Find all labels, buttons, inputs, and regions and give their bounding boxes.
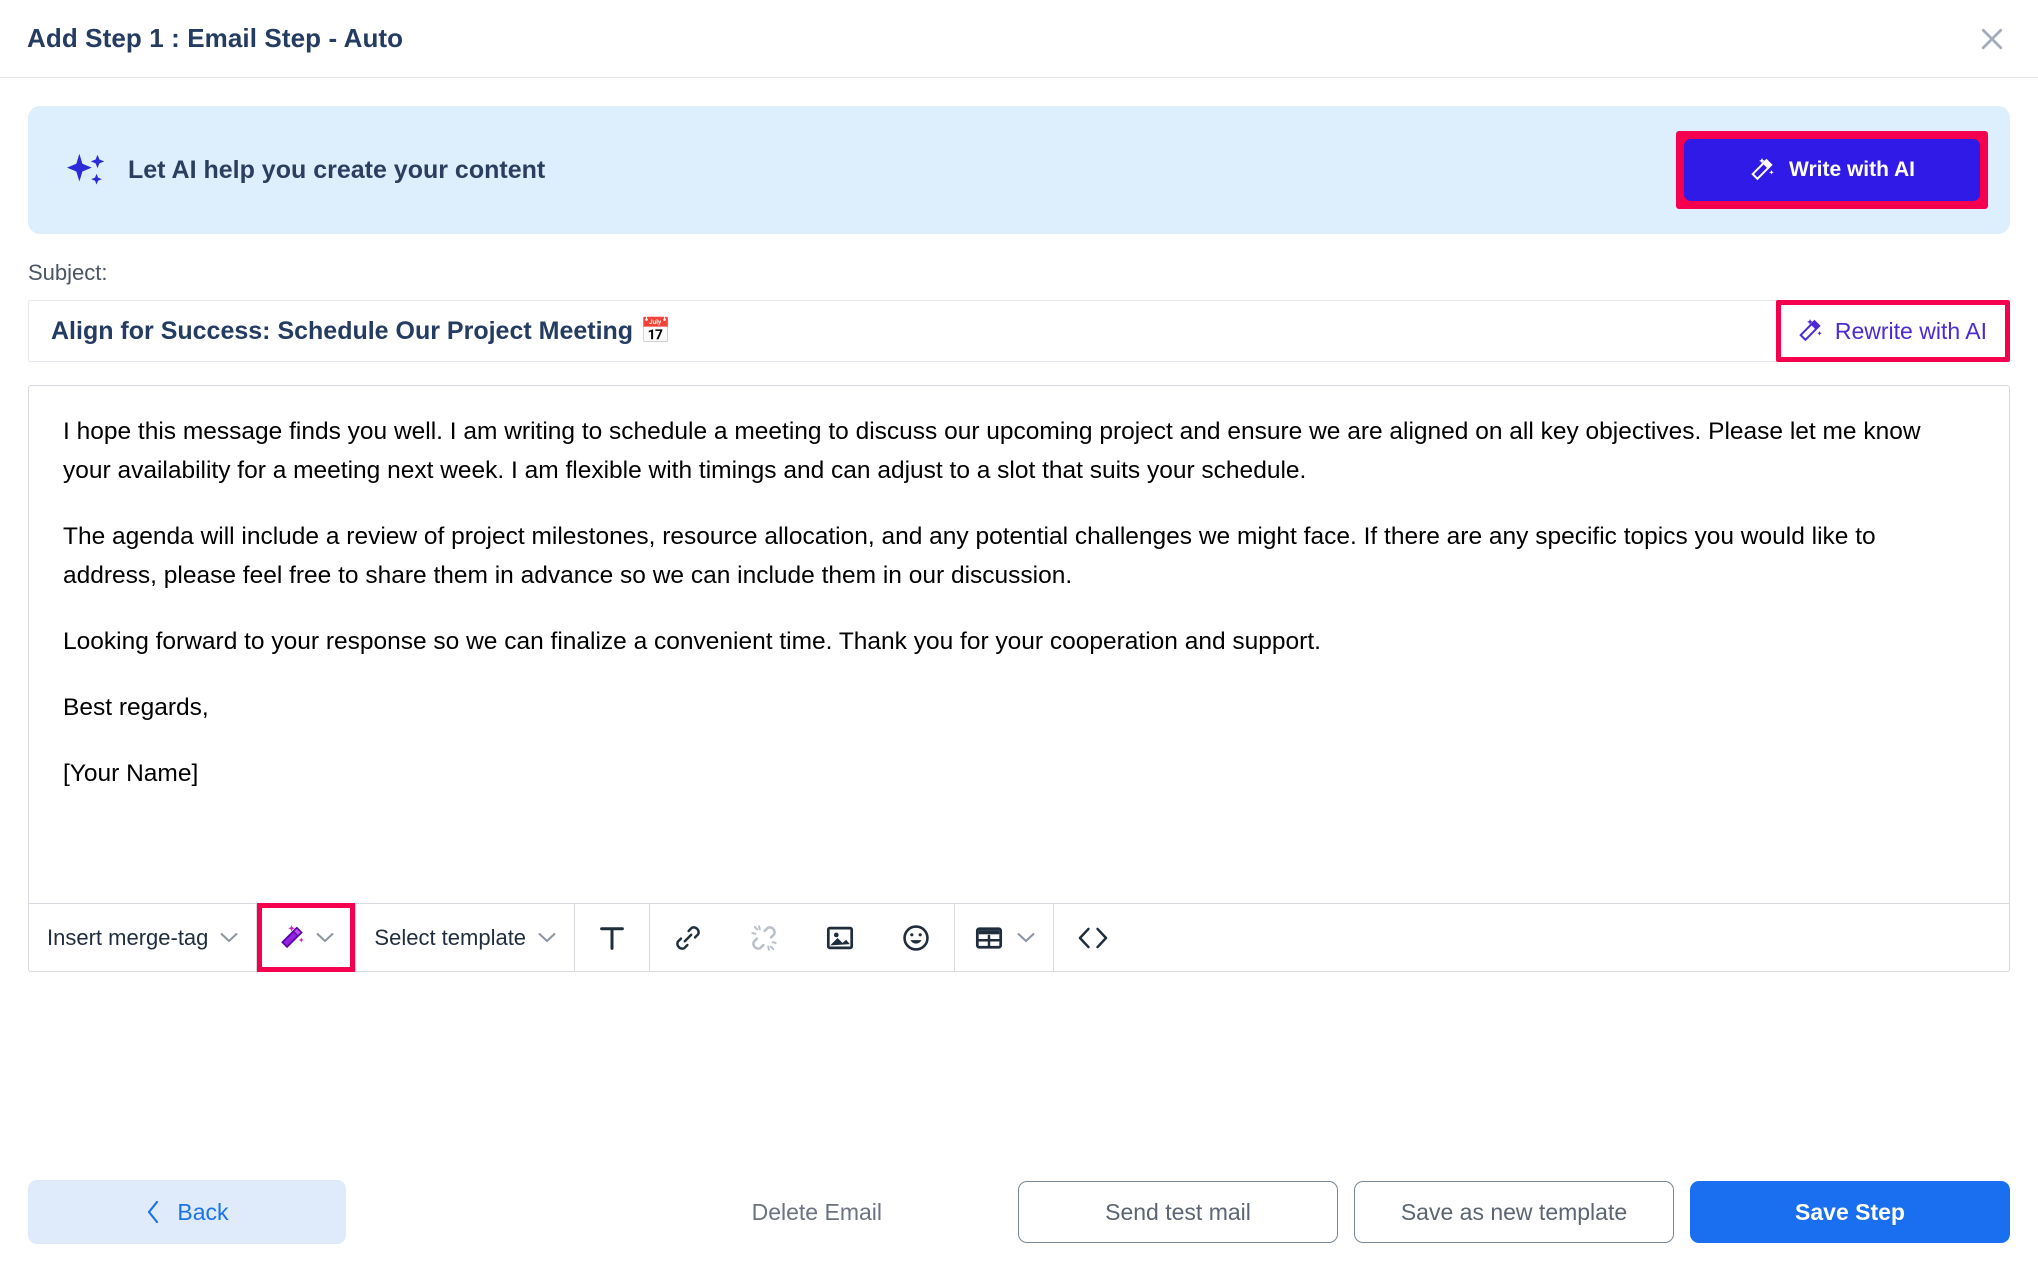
insert-link-button[interactable]	[650, 904, 726, 971]
back-label: Back	[177, 1198, 229, 1225]
chevron-down-icon	[220, 933, 238, 943]
table-icon	[976, 926, 1003, 949]
close-icon	[1981, 28, 2003, 49]
subject-field-row: Align for Success: Schedule Our Project …	[28, 300, 2010, 362]
dialog-footer: Back Delete Email Send test mail Save as…	[0, 1180, 2038, 1244]
magic-wand-icon	[1799, 319, 1822, 342]
unlink-icon	[751, 924, 777, 951]
insert-table-dropdown[interactable]	[955, 904, 1053, 971]
body-paragraph: Best regards,	[63, 694, 209, 721]
page-title: Add Step 1 : Email Step - Auto	[27, 23, 404, 53]
emoji-icon	[903, 924, 929, 951]
chevron-down-icon	[316, 933, 334, 943]
text-format-button[interactable]	[575, 904, 649, 971]
rewrite-with-ai-label: Rewrite with AI	[1834, 317, 1987, 344]
ai-wand-dropdown[interactable]	[257, 903, 356, 972]
ai-assist-banner: Let AI help you create your content Writ…	[28, 106, 2010, 234]
body-paragraph: I hope this message finds you well. I am…	[63, 418, 1921, 484]
write-with-ai-highlight: Write with AI	[1676, 131, 1988, 209]
ai-banner-content: Let AI help you create your content	[66, 148, 545, 192]
rewrite-with-ai-button[interactable]: Rewrite with AI	[1780, 305, 2005, 357]
remove-link-button[interactable]	[726, 904, 802, 971]
back-button[interactable]: Back	[28, 1180, 346, 1244]
save-step-button[interactable]: Save Step	[1690, 1181, 2010, 1243]
magic-wand-icon	[1751, 158, 1774, 181]
save-as-new-template-button[interactable]: Save as new template	[1354, 1181, 1674, 1243]
image-icon	[827, 926, 854, 949]
insert-merge-tag-dropdown[interactable]: Insert merge-tag	[29, 904, 256, 971]
dialog-header: Add Step 1 : Email Step - Auto	[0, 0, 2038, 78]
subject-input[interactable]: Align for Success: Schedule Our Project …	[51, 317, 671, 346]
insert-image-button[interactable]	[802, 904, 878, 971]
code-icon	[1078, 927, 1108, 948]
source-code-button[interactable]	[1054, 904, 1132, 971]
insert-merge-tag-label: Insert merge-tag	[47, 924, 209, 950]
write-with-ai-label: Write with AI	[1789, 158, 1915, 181]
chevron-left-icon	[148, 1200, 159, 1224]
chevron-down-icon	[1017, 933, 1035, 943]
close-button[interactable]	[1970, 17, 2014, 61]
chevron-down-icon	[538, 933, 556, 943]
email-editor: I hope this message finds you well. I am…	[28, 385, 2010, 972]
body-paragraph: [Your Name]	[63, 760, 199, 787]
rewrite-with-ai-highlight: Rewrite with AI	[1775, 300, 2010, 362]
write-with-ai-button[interactable]: Write with AI	[1684, 139, 1980, 201]
select-template-dropdown[interactable]: Select template	[356, 904, 574, 971]
select-template-label: Select template	[374, 924, 527, 950]
ai-banner-label: Let AI help you create your content	[128, 155, 546, 184]
editor-toolbar: Insert merge-tag Select template	[29, 903, 2009, 972]
email-body-input[interactable]: I hope this message finds you well. I am…	[29, 386, 2009, 903]
subject-label: Subject:	[28, 260, 108, 285]
insert-emoji-button[interactable]	[878, 904, 954, 971]
body-paragraph: The agenda will include a review of proj…	[63, 523, 1876, 589]
delete-email-button[interactable]: Delete Email	[752, 1199, 882, 1226]
link-icon	[676, 925, 700, 950]
body-paragraph: Looking forward to your response so we c…	[63, 628, 1321, 655]
sparkles-icon	[66, 153, 105, 185]
send-test-mail-button[interactable]: Send test mail	[1018, 1181, 1338, 1243]
text-format-icon	[600, 926, 624, 950]
magic-wand-icon	[281, 924, 305, 948]
